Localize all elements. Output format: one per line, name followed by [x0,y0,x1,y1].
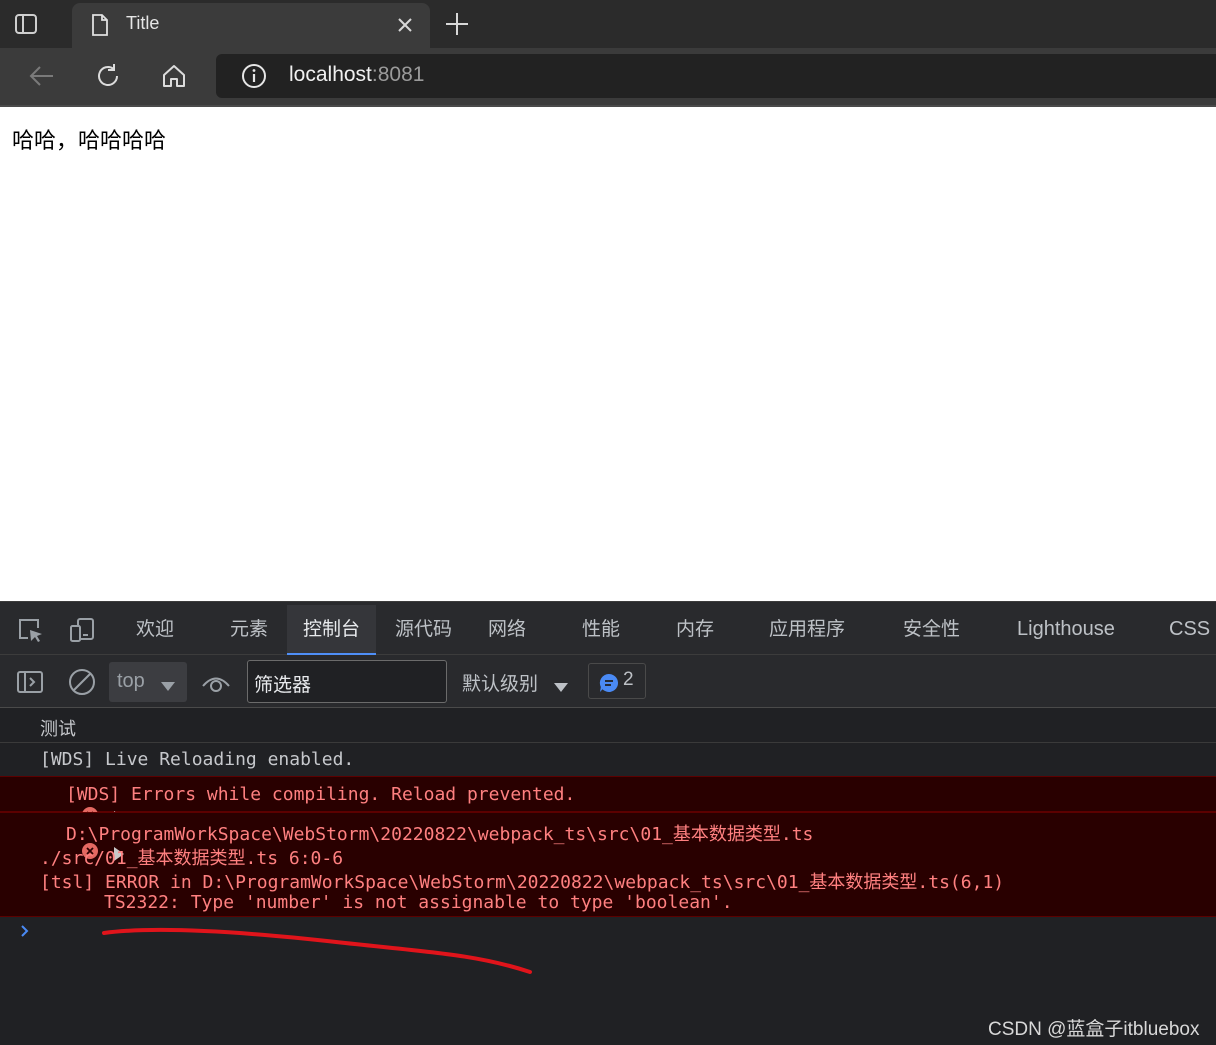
page-icon [88,13,112,37]
devtools-panel: 欢迎 元素 控制台 源代码 网络 性能 内存 应用程序 安全性 Lighthou… [0,601,1216,1045]
tab-title: Title [126,13,160,33]
error-icon [17,786,99,823]
annotation-underline [102,927,532,974]
url-text: localhost:8081 [289,63,424,87]
home-icon[interactable] [160,62,188,90]
tab-strip: Title [0,0,1216,48]
tab-css-overview[interactable]: CSS 概 [1153,605,1216,655]
sidebar-icon[interactable] [16,668,44,696]
tab-performance[interactable]: 性能 [566,605,636,655]
tab-console[interactable]: 控制台 [287,605,377,655]
refresh-icon[interactable] [94,62,122,90]
console-message: 测试 [0,708,1216,743]
url-host: localhost [289,63,372,86]
error-detail-line: [tsl] ERROR in D:\ProgramWorkSpace\WebSt… [40,872,1005,893]
expand-triangle-icon[interactable] [48,824,125,861]
error-icon [17,822,99,859]
tab-lighthouse[interactable]: Lighthouse [1001,605,1131,655]
url-port: :8081 [371,63,425,86]
console-toolbar: top 筛选器 默认级别 2 [0,655,1216,708]
plus-icon[interactable] [444,11,470,37]
back-arrow-icon[interactable] [28,62,56,90]
expand-triangle-icon[interactable] [48,788,125,825]
console-error-message[interactable]: [WDS] Errors while compiling. Reload pre… [0,776,1216,825]
tab-network[interactable]: 网络 [472,605,542,655]
tab-welcome[interactable]: 欢迎 [120,605,190,655]
tab-elements[interactable]: 元素 [214,605,284,655]
log-level-label: 默认级别 [462,673,539,695]
close-icon[interactable] [394,14,416,36]
eye-icon[interactable] [200,668,232,696]
tab-application[interactable]: 应用程序 [753,605,861,655]
device-toolbar-icon[interactable] [68,616,96,644]
info-icon[interactable] [241,63,267,89]
browser-tab[interactable]: Title [72,3,430,48]
error-module-line: ./src/01_基本数据类型.ts 6:0-6 [40,848,344,869]
address-bar[interactable]: localhost:8081 [216,54,1216,98]
issues-count: 2 [623,669,634,690]
page-body-text: 哈哈，哈哈哈哈 [12,129,167,154]
chevron-down-icon [554,678,568,692]
context-select[interactable]: top [109,662,187,702]
log-level-select[interactable]: 默认级别 [462,669,582,697]
error-type-line: TS2322: Type 'number' is not assignable … [104,892,733,913]
context-label: top [117,670,145,692]
devtools-tab-bar: 欢迎 元素 控制台 源代码 网络 性能 内存 应用程序 安全性 Lighthou… [0,602,1216,655]
inspect-icon[interactable] [16,616,44,644]
console-message: [WDS] Live Reloading enabled. [0,743,1216,777]
tab-memory[interactable]: 内存 [660,605,730,655]
tab-sources[interactable]: 源代码 [379,605,468,655]
console-message-text: [WDS] Errors while compiling. Reload pre… [66,784,576,805]
clear-icon[interactable] [68,668,96,696]
console-message-text: 测试 [40,719,76,740]
filter-text: 筛选器 [254,674,312,696]
watermark: CSDN @蓝盒子itbluebox [988,1019,1200,1040]
filter-input[interactable]: 筛选器 [247,660,447,703]
tab-actions-icon[interactable] [14,12,38,36]
console-message-text: [WDS] Live Reloading enabled. [40,749,355,770]
console-error-message[interactable]: D:\ProgramWorkSpace\WebStorm\20220822\we… [0,812,1216,917]
browser-toolbar: localhost:8081 [0,48,1216,105]
tab-security[interactable]: 安全性 [887,605,976,655]
issues-button[interactable]: 2 [588,663,646,699]
prompt-chevron-icon [18,922,32,940]
page-viewport: 哈哈，哈哈哈哈 [0,105,1216,601]
chevron-down-icon [161,677,175,691]
message-icon [599,673,619,693]
error-file-path[interactable]: D:\ProgramWorkSpace\WebStorm\20220822\we… [66,820,813,846]
